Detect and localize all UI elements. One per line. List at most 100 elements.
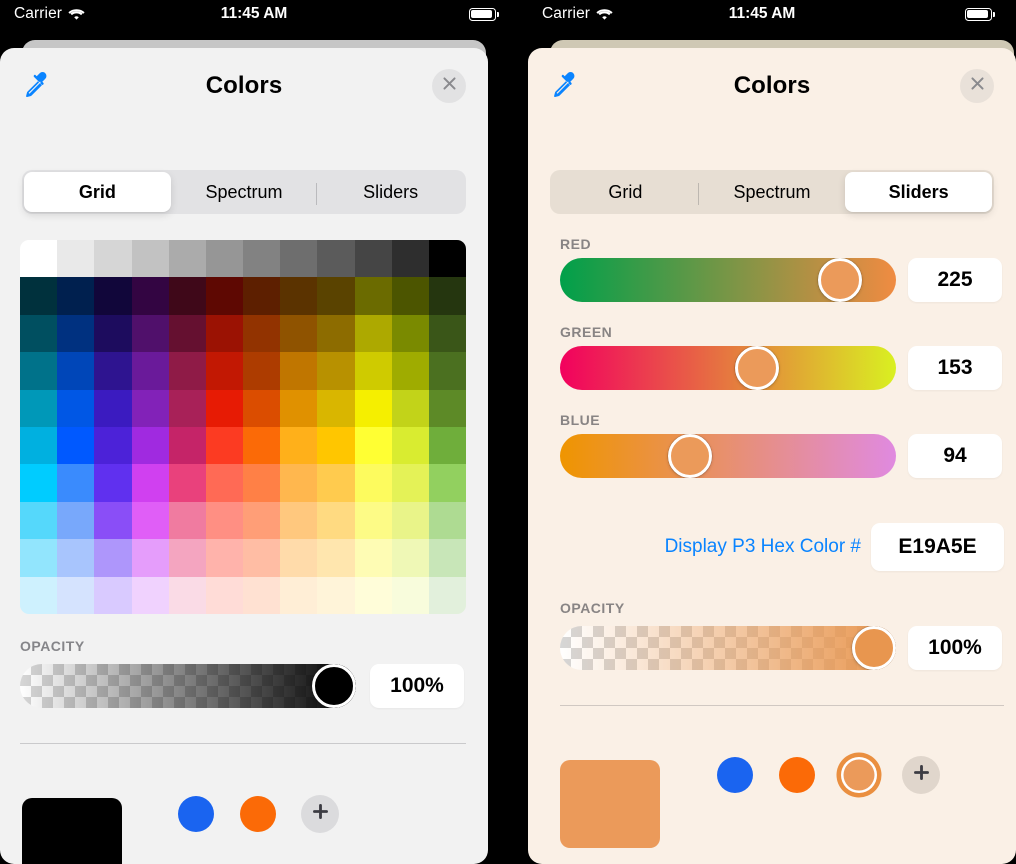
- color-swatch-r6-c8[interactable]: [317, 464, 355, 502]
- tab-spectrum[interactable]: Spectrum: [171, 172, 318, 212]
- color-swatch-r1-c1[interactable]: [57, 277, 95, 315]
- color-swatch-r8-c1[interactable]: [57, 539, 95, 577]
- color-swatch-r8-c10[interactable]: [391, 539, 429, 577]
- tab-sliders[interactable]: Sliders: [845, 172, 993, 212]
- color-swatch-r5-c11[interactable]: [428, 427, 466, 465]
- color-swatch-r8-c5[interactable]: [205, 539, 243, 577]
- color-swatch-r8-c3[interactable]: [131, 539, 169, 577]
- color-swatch-r4-c11[interactable]: [428, 389, 466, 427]
- color-swatch-r0-c4[interactable]: [168, 240, 206, 278]
- color-swatch-r9-c2[interactable]: [94, 576, 132, 614]
- color-swatch-r2-c0[interactable]: [20, 314, 58, 353]
- recent-swatch-orange[interactable]: [240, 796, 276, 832]
- color-swatch-r4-c8[interactable]: [317, 389, 355, 427]
- color-swatch-r7-c2[interactable]: [94, 501, 132, 540]
- color-swatch-r3-c0[interactable]: [20, 352, 58, 390]
- color-swatch-r0-c2[interactable]: [94, 240, 132, 278]
- color-swatch-r4-c1[interactable]: [57, 389, 95, 427]
- color-swatch-r2-c10[interactable]: [391, 314, 429, 353]
- blue-slider-track[interactable]: [560, 434, 896, 478]
- color-swatch-r6-c0[interactable]: [20, 464, 58, 502]
- color-swatch-r0-c1[interactable]: [57, 240, 95, 278]
- color-swatch-r6-c2[interactable]: [94, 464, 132, 502]
- color-swatch-r0-c3[interactable]: [131, 240, 169, 278]
- tab-spectrum[interactable]: Spectrum: [699, 172, 846, 212]
- tab-grid[interactable]: Grid: [552, 172, 699, 212]
- recent-swatch-blue[interactable]: [717, 757, 753, 793]
- recent-swatch-orange[interactable]: [779, 757, 815, 793]
- opacity-slider-track[interactable]: [20, 664, 356, 708]
- color-swatch-r9-c6[interactable]: [243, 576, 281, 614]
- color-swatch-r3-c2[interactable]: [94, 352, 132, 390]
- color-swatch-r3-c8[interactable]: [317, 352, 355, 390]
- color-swatch-r4-c4[interactable]: [168, 389, 206, 427]
- opacity-value-field[interactable]: 100%: [908, 626, 1002, 670]
- color-swatch-r6-c10[interactable]: [391, 464, 429, 502]
- color-swatch-r3-c7[interactable]: [280, 352, 318, 390]
- tab-grid[interactable]: Grid: [24, 172, 171, 212]
- color-swatch-r1-c3[interactable]: [131, 277, 169, 315]
- color-swatch-r3-c5[interactable]: [205, 352, 243, 390]
- color-swatch-r0-c9[interactable]: [354, 240, 392, 278]
- current-color-swatch[interactable]: [560, 760, 660, 848]
- close-button[interactable]: [432, 69, 466, 103]
- opacity-slider-knob[interactable]: [852, 626, 896, 670]
- color-swatch-r8-c11[interactable]: [428, 539, 466, 577]
- opacity-slider-knob[interactable]: [312, 664, 356, 708]
- color-swatch-r3-c4[interactable]: [168, 352, 206, 390]
- opacity-slider-track[interactable]: [560, 626, 896, 670]
- color-swatch-r1-c0[interactable]: [20, 277, 58, 315]
- color-swatch-r3-c11[interactable]: [428, 352, 466, 390]
- color-swatch-r6-c5[interactable]: [205, 464, 243, 502]
- color-swatch-r6-c6[interactable]: [243, 464, 281, 502]
- color-swatch-r2-c5[interactable]: [205, 314, 243, 353]
- color-swatch-r3-c9[interactable]: [354, 352, 392, 390]
- color-swatch-r2-c9[interactable]: [354, 314, 392, 353]
- color-swatch-r0-c6[interactable]: [243, 240, 281, 278]
- color-swatch-r6-c1[interactable]: [57, 464, 95, 502]
- color-swatch-r9-c11[interactable]: [428, 576, 466, 614]
- color-swatch-r7-c4[interactable]: [168, 501, 206, 540]
- color-swatch-r9-c0[interactable]: [20, 576, 58, 614]
- color-swatch-r9-c7[interactable]: [280, 576, 318, 614]
- recent-swatch-tan-selected[interactable]: [841, 757, 877, 793]
- color-swatch-r4-c9[interactable]: [354, 389, 392, 427]
- color-swatch-r4-c10[interactable]: [391, 389, 429, 427]
- color-swatch-r0-c7[interactable]: [280, 240, 318, 278]
- color-swatch-r0-c0[interactable]: [20, 240, 58, 278]
- color-swatch-r8-c2[interactable]: [94, 539, 132, 577]
- color-swatch-r4-c0[interactable]: [20, 389, 58, 427]
- color-swatch-r0-c10[interactable]: [391, 240, 429, 278]
- color-swatch-r9-c3[interactable]: [131, 576, 169, 614]
- color-swatch-r2-c6[interactable]: [243, 314, 281, 353]
- color-swatch-r4-c3[interactable]: [131, 389, 169, 427]
- color-swatch-r4-c7[interactable]: [280, 389, 318, 427]
- color-swatch-r1-c2[interactable]: [94, 277, 132, 315]
- hex-color-label[interactable]: Display P3 Hex Color #: [665, 536, 861, 558]
- color-swatch-r2-c3[interactable]: [131, 314, 169, 353]
- color-swatch-r7-c8[interactable]: [317, 501, 355, 540]
- color-swatch-r6-c3[interactable]: [131, 464, 169, 502]
- color-swatch-r7-c10[interactable]: [391, 501, 429, 540]
- color-swatch-r7-c3[interactable]: [131, 501, 169, 540]
- color-swatch-r9-c1[interactable]: [57, 576, 95, 614]
- green-value-field[interactable]: 153: [908, 346, 1002, 390]
- add-color-button[interactable]: [301, 795, 339, 833]
- blue-slider-knob[interactable]: [667, 434, 712, 478]
- color-swatch-r4-c2[interactable]: [94, 389, 132, 427]
- color-swatch-r2-c4[interactable]: [168, 314, 206, 353]
- color-swatch-r8-c7[interactable]: [280, 539, 318, 577]
- blue-value-field[interactable]: 94: [908, 434, 1002, 478]
- opacity-value-field[interactable]: 100%: [370, 664, 464, 708]
- add-color-button[interactable]: [902, 756, 940, 794]
- color-swatch-r1-c10[interactable]: [391, 277, 429, 315]
- red-slider-track[interactable]: [560, 258, 896, 302]
- color-swatch-r5-c7[interactable]: [280, 427, 318, 465]
- color-swatch-r6-c4[interactable]: [168, 464, 206, 502]
- color-swatch-r7-c0[interactable]: [20, 501, 58, 540]
- color-swatch-r0-c5[interactable]: [205, 240, 243, 278]
- color-swatch-r2-c11[interactable]: [428, 314, 466, 353]
- hex-color-field[interactable]: E19A5E: [871, 523, 1004, 571]
- color-swatch-r3-c3[interactable]: [131, 352, 169, 390]
- color-swatch-r3-c6[interactable]: [243, 352, 281, 390]
